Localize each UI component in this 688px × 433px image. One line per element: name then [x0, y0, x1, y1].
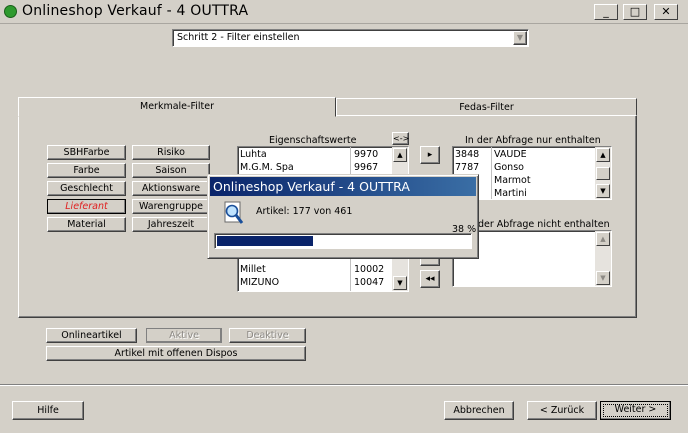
- list-item[interactable]: MIZUNO: [240, 277, 279, 289]
- list-item[interactable]: Gonso: [494, 162, 524, 174]
- tab-merkmale-filter[interactable]: Merkmale-Filter: [18, 97, 336, 117]
- item-name: M.G.M. Spa: [240, 162, 294, 173]
- aktive-button[interactable]: Aktive: [146, 328, 222, 343]
- scroll-down-icon[interactable]: ▼: [596, 271, 610, 285]
- list-item-code: 10002: [354, 264, 385, 275]
- maximize-icon: □: [629, 5, 641, 18]
- arrow-right-icon: ▸: [427, 150, 433, 160]
- close-icon: ✕: [661, 5, 671, 18]
- eigenschaftswerte-header: Eigenschaftswerte: [269, 135, 357, 146]
- item-name: Millet: [240, 264, 266, 275]
- magnifier-document-icon: [222, 201, 246, 227]
- progress-fill: [217, 236, 313, 246]
- chevron-down-icon[interactable]: ▼: [513, 31, 527, 45]
- minimize-icon: _: [603, 5, 609, 18]
- window-title: Onlineshop Verkauf - 4 OUTTRA: [22, 3, 249, 19]
- app-icon: [4, 5, 17, 18]
- scroll-down-icon[interactable]: ▼: [393, 276, 407, 290]
- list-item[interactable]: Marmot: [494, 175, 531, 187]
- list-item[interactable]: Martini: [494, 188, 527, 199]
- list-item-code: 7787: [455, 162, 480, 173]
- title-bar: Onlineshop Verkauf - 4 OUTTRA _ □ ✕: [0, 0, 688, 24]
- step-select-value: Schritt 2 - Filter einstellen: [177, 32, 300, 43]
- filter-risiko-button[interactable]: Risiko: [132, 145, 210, 160]
- column-divider: [491, 147, 492, 199]
- list-item[interactable]: VAUDE: [494, 149, 527, 161]
- filter-geschlecht-button[interactable]: Geschlecht: [47, 181, 126, 196]
- list-item[interactable]: M.G.M. Spa: [240, 162, 294, 174]
- filter-jahreszeit-button[interactable]: Jahreszeit: [132, 217, 210, 232]
- weiter-button[interactable]: Weiter >: [600, 401, 671, 420]
- scrollbar[interactable]: ▲ ▼: [595, 147, 611, 199]
- offene-dispos-button[interactable]: Artikel mit offenen Dispos: [46, 346, 306, 361]
- list-item-code: 10047: [354, 277, 385, 288]
- swap-button[interactable]: <->: [392, 132, 409, 145]
- filter-material-button[interactable]: Material: [47, 217, 126, 232]
- filter-farbe-button[interactable]: Farbe: [47, 163, 126, 178]
- abbrechen-button[interactable]: Abbrechen: [444, 401, 514, 420]
- include-list-header: In der Abfrage nur enthalten: [465, 135, 601, 146]
- item-name: Luhta: [240, 149, 267, 160]
- item-name: MIZUNO: [240, 277, 280, 288]
- deaktive-button[interactable]: Deaktive: [229, 328, 306, 343]
- scroll-up-icon[interactable]: ▲: [596, 148, 610, 162]
- scroll-up-icon[interactable]: ▲: [596, 232, 610, 246]
- scroll-down-icon[interactable]: ▼: [596, 184, 610, 198]
- list-item[interactable]: Millet: [240, 264, 266, 276]
- hilfe-button[interactable]: Hilfe: [12, 401, 84, 420]
- maximize-button[interactable]: □: [623, 4, 647, 20]
- scroll-up-icon[interactable]: ▲: [393, 148, 407, 162]
- minimize-button[interactable]: _: [594, 4, 618, 20]
- article-progress-text: Artikel: 177 von 461: [256, 206, 353, 217]
- list-item-code: 9967: [354, 162, 379, 173]
- onlineartikel-button[interactable]: Onlineartikel: [46, 328, 137, 343]
- exclude-list-header: der Abfrage nicht enthalten: [478, 219, 610, 230]
- step-select[interactable]: Schritt 2 - Filter einstellen ▼: [172, 29, 529, 47]
- scroll-thumb[interactable]: [596, 167, 610, 180]
- filter-warengruppe-button[interactable]: Warengruppe: [132, 199, 210, 214]
- remove-all-button[interactable]: ◂◂: [420, 270, 440, 288]
- tab-label: Fedas-Filter: [459, 102, 514, 113]
- tab-label: Merkmale-Filter: [140, 101, 214, 112]
- list-item[interactable]: Luhta: [240, 149, 267, 161]
- zurueck-button[interactable]: < Zurück: [527, 401, 597, 420]
- add-button[interactable]: ▸: [420, 146, 440, 164]
- close-button[interactable]: ✕: [654, 4, 678, 20]
- footer-separator: [0, 384, 688, 386]
- filter-saison-button[interactable]: Saison: [132, 163, 210, 178]
- filter-aktionsware-button[interactable]: Aktionsware: [132, 181, 210, 196]
- double-arrow-left-icon: ◂◂: [425, 274, 435, 284]
- filter-lieferant-button[interactable]: Lieferant: [47, 199, 126, 214]
- list-item-code: 3848: [455, 149, 480, 160]
- filter-sbhfarbe-button[interactable]: SBHFarbe: [47, 145, 126, 160]
- list-item-code: 9970: [354, 149, 379, 160]
- dialog-title: Onlineshop Verkauf - 4 OUTTRA: [210, 177, 476, 196]
- progress-bar: [214, 233, 472, 249]
- scrollbar[interactable]: ▲ ▼: [595, 231, 611, 286]
